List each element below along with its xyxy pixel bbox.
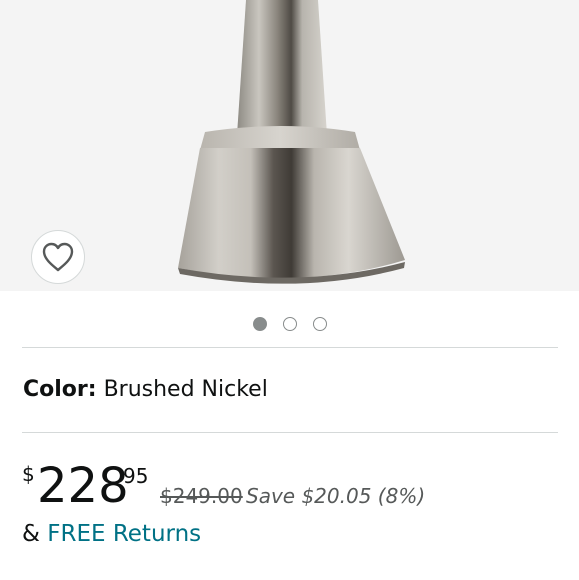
price-currency-symbol: $: [22, 462, 35, 486]
add-to-wishlist-button[interactable]: [31, 230, 85, 284]
carousel-dot-2[interactable]: [282, 317, 297, 331]
heart-outline-icon: [42, 242, 74, 272]
price-whole: 228: [37, 458, 129, 514]
savings-text: Save $20.05 (8%): [246, 484, 426, 508]
returns-info: & FREE Returns: [22, 519, 201, 549]
product-image[interactable]: [0, 0, 579, 291]
color-selection: Color: Brushed Nickel: [23, 376, 268, 404]
price-fraction: 95: [123, 464, 149, 488]
list-price: $249.00: [160, 484, 243, 508]
carousel-dot-1[interactable]: [252, 317, 267, 331]
color-value: Brushed Nickel: [103, 377, 268, 402]
image-carousel-indicator: [0, 311, 579, 337]
returns-prefix: &: [22, 521, 40, 547]
carousel-dot-3[interactable]: [312, 317, 327, 331]
divider: [22, 347, 558, 348]
price-block: $ 228 95 $249.00 Save $20.05 (8%): [22, 458, 562, 514]
color-label: Color:: [23, 377, 97, 402]
divider: [22, 432, 558, 433]
free-returns-link[interactable]: FREE Returns: [47, 521, 201, 547]
product-image-area[interactable]: [0, 0, 579, 291]
